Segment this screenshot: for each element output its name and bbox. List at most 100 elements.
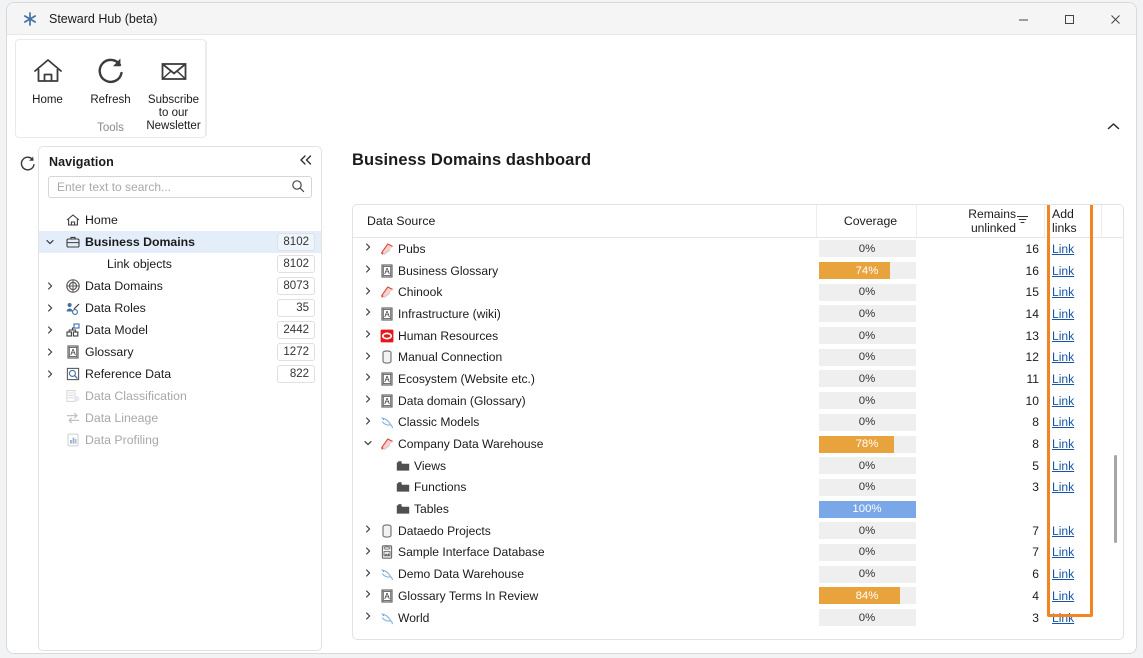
search-icon[interactable] [291, 179, 305, 196]
chevron-right-icon[interactable] [359, 524, 376, 537]
chevron-right-icon[interactable] [359, 242, 376, 255]
chevron-right-icon[interactable] [39, 325, 61, 335]
link-action[interactable]: Link [1052, 545, 1074, 559]
link-action[interactable]: Link [1052, 307, 1074, 321]
window-controls [1000, 3, 1136, 35]
ribbon-collapse-chevron-up-icon[interactable] [1102, 117, 1124, 135]
column-header-data-source[interactable]: Data Source [353, 205, 817, 237]
coverage-bar: 0% [818, 609, 916, 627]
link-action[interactable]: Link [1052, 437, 1074, 451]
link-action[interactable]: Link [1052, 329, 1074, 343]
link-action[interactable]: Link [1052, 285, 1074, 299]
chevron-right-icon[interactable] [359, 394, 376, 407]
search-input[interactable] [57, 180, 291, 194]
link-action[interactable]: Link [1052, 242, 1074, 256]
sidebar-item-data-classification[interactable]: Data Classification [39, 385, 321, 407]
cell-remains-unlinked: 4 [1032, 588, 1039, 603]
table-row[interactable]: Chinook 0% 15 Link [353, 281, 1123, 303]
chevron-right-icon[interactable] [359, 372, 376, 385]
chevron-right-icon[interactable] [359, 589, 376, 602]
sidebar-item-label: Reference Data [85, 367, 172, 381]
table-row[interactable]: Views 0% 5 Link [353, 455, 1123, 477]
chevron-right-icon[interactable] [359, 568, 376, 581]
sidebar-item-glossary[interactable]: A Glossary 1272 [39, 341, 321, 363]
table-row[interactable]: Tables 100% [353, 498, 1123, 520]
link-action[interactable]: Link [1052, 264, 1074, 278]
link-action[interactable]: Link [1052, 350, 1074, 364]
link-action[interactable]: Link [1052, 480, 1074, 494]
search-box[interactable] [48, 176, 312, 198]
chevron-down-icon[interactable] [39, 237, 61, 247]
coverage-bar: 74% [818, 262, 916, 280]
link-action[interactable]: Link [1052, 459, 1074, 473]
sidebar-item-data-model[interactable]: Data Model 2442 [39, 319, 321, 341]
chevron-right-icon[interactable] [39, 303, 61, 313]
chevron-right-icon[interactable] [359, 611, 376, 624]
link-action[interactable]: Link [1052, 372, 1074, 386]
column-header-coverage[interactable]: Coverage [817, 205, 917, 237]
table-row[interactable]: Functions 0% 3 Link [353, 477, 1123, 499]
sidebar-item-data-profiling[interactable]: Data Profiling [39, 429, 321, 451]
chevron-right-icon[interactable] [359, 286, 376, 299]
rail-refresh-icon[interactable] [17, 153, 39, 175]
table-row[interactable]: World 0% 3 Link [353, 607, 1123, 629]
column-header-add-links[interactable]: Add links [1045, 205, 1102, 237]
maximize-button[interactable] [1046, 3, 1092, 35]
table-row[interactable]: Sample Interface Database 0% 7 Link [353, 542, 1123, 564]
table-row[interactable]: Pubs 0% 16 Link [353, 238, 1123, 260]
table-body: Pubs 0% 16 Link A Business Glossary 74% 16 Link C… [353, 238, 1123, 628]
table-row[interactable]: Company Data Warehouse 78% 8 Link [353, 433, 1123, 455]
sidebar-item-home[interactable]: Home [39, 209, 321, 231]
table-row[interactable]: A Data domain (Glossary) 0% 10 Link [353, 390, 1123, 412]
ribbon-group-title: Tools [97, 122, 124, 134]
link-action[interactable]: Link [1052, 589, 1074, 603]
ribbon-button-home[interactable]: Home [18, 48, 78, 133]
chevron-right-icon[interactable] [359, 307, 376, 320]
chevron-right-icon[interactable] [39, 369, 61, 379]
data-source-name: Dataedo Projects [398, 523, 491, 538]
link-action[interactable]: Link [1052, 415, 1074, 429]
table-row[interactable]: Classic Models 0% 8 Link [353, 412, 1123, 434]
column-header-remains-unlinked[interactable]: Remains unlinked [917, 205, 1045, 237]
table-row[interactable]: A Ecosystem (Website etc.) 0% 11 Link [353, 368, 1123, 390]
sidebar-item-count: 822 [277, 365, 315, 383]
table-row[interactable]: Human Resources 0% 13 Link [353, 325, 1123, 347]
collapse-panel-icon[interactable] [298, 154, 313, 169]
data-source-name: Functions [414, 480, 467, 495]
coverage-value: 0% [858, 568, 876, 581]
cell-add-links: Link [1045, 264, 1102, 278]
cell-data-source: Demo Data Warehouse [353, 566, 817, 582]
chevron-right-icon[interactable] [39, 347, 61, 357]
sidebar-item-data-roles[interactable]: Data Roles 35 [39, 297, 321, 319]
ribbon-button-subscribe[interactable]: Subscribe to our Newsletter [144, 48, 204, 133]
link-action[interactable]: Link [1052, 394, 1074, 408]
chevron-right-icon[interactable] [359, 264, 376, 277]
svg-text:A: A [384, 397, 390, 406]
chevron-right-icon[interactable] [359, 416, 376, 429]
chevron-down-icon[interactable] [359, 438, 376, 451]
chevron-right-icon[interactable] [359, 329, 376, 342]
table-vertical-scrollbar[interactable] [1114, 455, 1117, 543]
ribbon-button-refresh[interactable]: Refresh [81, 48, 141, 133]
table-row[interactable]: A Infrastructure (wiki) 0% 14 Link [353, 303, 1123, 325]
sidebar-item-data-lineage[interactable]: Data Lineage [39, 407, 321, 429]
sidebar-item-link-objects[interactable]: Link objects 8102 [39, 253, 321, 275]
sidebar-item-reference-data[interactable]: Reference Data 822 [39, 363, 321, 385]
link-action[interactable]: Link [1052, 567, 1074, 581]
dolphin-icon [376, 566, 398, 582]
table-row[interactable]: A Business Glossary 74% 16 Link [353, 260, 1123, 282]
minimize-button[interactable] [1000, 3, 1046, 35]
link-action[interactable]: Link [1052, 611, 1074, 625]
table-row[interactable]: Dataedo Projects 0% 7 Link [353, 520, 1123, 542]
chevron-right-icon[interactable] [359, 351, 376, 364]
filter-icon[interactable] [1016, 214, 1029, 228]
sidebar-item-business-domains[interactable]: Business Domains 8102 [39, 231, 321, 253]
link-action[interactable]: Link [1052, 524, 1074, 538]
chevron-right-icon[interactable] [359, 546, 376, 559]
chevron-right-icon[interactable] [39, 281, 61, 291]
table-row[interactable]: Manual Connection 0% 12 Link [353, 346, 1123, 368]
table-row[interactable]: A Glossary Terms In Review 84% 4 Link [353, 585, 1123, 607]
table-row[interactable]: Demo Data Warehouse 0% 6 Link [353, 563, 1123, 585]
close-button[interactable] [1092, 3, 1136, 35]
sidebar-item-data-domains[interactable]: Data Domains 8073 [39, 275, 321, 297]
